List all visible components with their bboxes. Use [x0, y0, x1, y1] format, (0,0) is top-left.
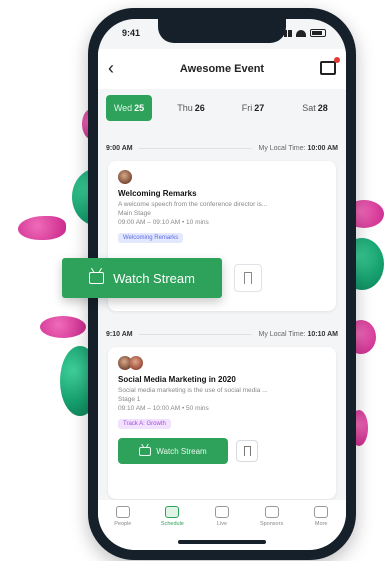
page-title: Awesome Event: [179, 63, 265, 75]
session-tag: Track A: Growth: [118, 419, 171, 429]
day-tab-wed[interactable]: Wed 25: [106, 95, 152, 121]
session-time: 9:00 AM: [106, 145, 133, 152]
tv-icon: [89, 272, 105, 284]
watch-stream-label: Watch Stream: [156, 446, 207, 456]
day-date: 27: [254, 103, 265, 113]
chevron-left-icon[interactable]: ‹: [108, 59, 114, 77]
session-time: 9:10 AM: [106, 331, 133, 338]
day-date: 25: [134, 103, 145, 113]
decor-blob-pink-2: [18, 216, 66, 240]
tab-schedule[interactable]: Schedule: [152, 506, 192, 527]
tab-label: Live: [216, 521, 228, 527]
speaker-avatars: [118, 356, 326, 370]
local-time-value: 10:10 AM: [307, 331, 338, 338]
watch-stream-label: Watch Stream: [113, 270, 195, 286]
tab-people[interactable]: People: [103, 506, 143, 527]
session-description: A welcome speech from the conference dir…: [118, 201, 268, 208]
session-time-range: 09:10 AM – 10:00 AM • 50 mins: [118, 405, 209, 412]
divider: [138, 334, 253, 335]
tab-label: More: [314, 521, 328, 527]
watch-stream-button-highlight[interactable]: Watch Stream: [62, 258, 222, 298]
battery-icon: [310, 29, 326, 37]
handshake-icon: [264, 506, 279, 518]
people-icon: [115, 506, 130, 518]
day-name: Fri: [241, 103, 253, 113]
tab-live[interactable]: Live: [202, 506, 242, 527]
wifi-icon: [296, 29, 306, 37]
tab-sponsors[interactable]: Sponsors: [252, 506, 292, 527]
day-name: Thu: [177, 103, 193, 113]
session-title: Welcoming Remarks: [118, 189, 197, 198]
status-time: 9:41: [122, 28, 141, 38]
bookmark-icon: [244, 272, 252, 284]
decor-blob-pink-3: [40, 316, 86, 338]
notification-dot: [334, 57, 340, 63]
session-time-range: 09:00 AM – 09:10 AM • 10 mins: [118, 219, 209, 226]
bookmark-button[interactable]: [236, 440, 258, 462]
day-tab-fri[interactable]: Fri 27: [230, 95, 276, 121]
status-icons: [280, 29, 326, 37]
bookmark-icon: [243, 446, 251, 456]
local-time: My Local Time: 10:10 AM: [258, 331, 338, 338]
session-stage: Main Stage: [118, 210, 151, 217]
session-tag: Welcoming Remarks: [118, 233, 184, 243]
live-icon: [214, 506, 229, 518]
session-description: Social media marketing is the use of soc…: [118, 387, 268, 394]
avatar: [129, 356, 143, 370]
tv-icon: [139, 446, 152, 456]
bookmark-button[interactable]: [234, 264, 262, 292]
session-time-header: 9:10 AM My Local Time: 10:10 AM: [106, 331, 338, 338]
local-time: My Local Time: 10:00 AM: [258, 145, 338, 152]
day-name: Wed: [113, 103, 133, 113]
app-header: ‹ Awesome Event: [98, 49, 346, 89]
day-tab-thu[interactable]: Thu 26: [168, 95, 214, 121]
more-icon: [314, 506, 329, 518]
speaker-avatars: [118, 170, 326, 184]
session-time-header: 9:00 AM My Local Time: 10:00 AM: [106, 145, 338, 152]
day-date: 26: [194, 103, 205, 113]
tab-label: Schedule: [160, 521, 184, 527]
day-date: 28: [317, 103, 328, 113]
calendar-icon: [165, 506, 180, 518]
session-title: Social Media Marketing in 2020: [118, 375, 236, 384]
watch-stream-button[interactable]: Watch Stream: [118, 438, 228, 464]
day-selector: Wed 25 Thu 26 Fri 27 Sat 28: [106, 95, 338, 121]
day-tab-sat[interactable]: Sat 28: [292, 95, 338, 121]
avatar: [118, 170, 132, 184]
local-time-label: My Local Time:: [258, 331, 306, 338]
day-name: Sat: [302, 103, 316, 113]
divider: [138, 148, 253, 149]
home-indicator: [178, 540, 266, 544]
message-icon[interactable]: [320, 57, 340, 75]
session-card[interactable]: Social Media Marketing in 2020 Social me…: [108, 347, 336, 499]
phone-notch: [158, 19, 286, 43]
session-stage: Stage 1: [118, 396, 141, 403]
tab-label: People: [114, 521, 132, 527]
local-time-label: My Local Time:: [258, 145, 306, 152]
tab-label: Sponsors: [259, 521, 284, 527]
local-time-value: 10:00 AM: [307, 145, 338, 152]
tab-more[interactable]: More: [301, 506, 341, 527]
session-actions: Watch Stream: [118, 438, 326, 464]
